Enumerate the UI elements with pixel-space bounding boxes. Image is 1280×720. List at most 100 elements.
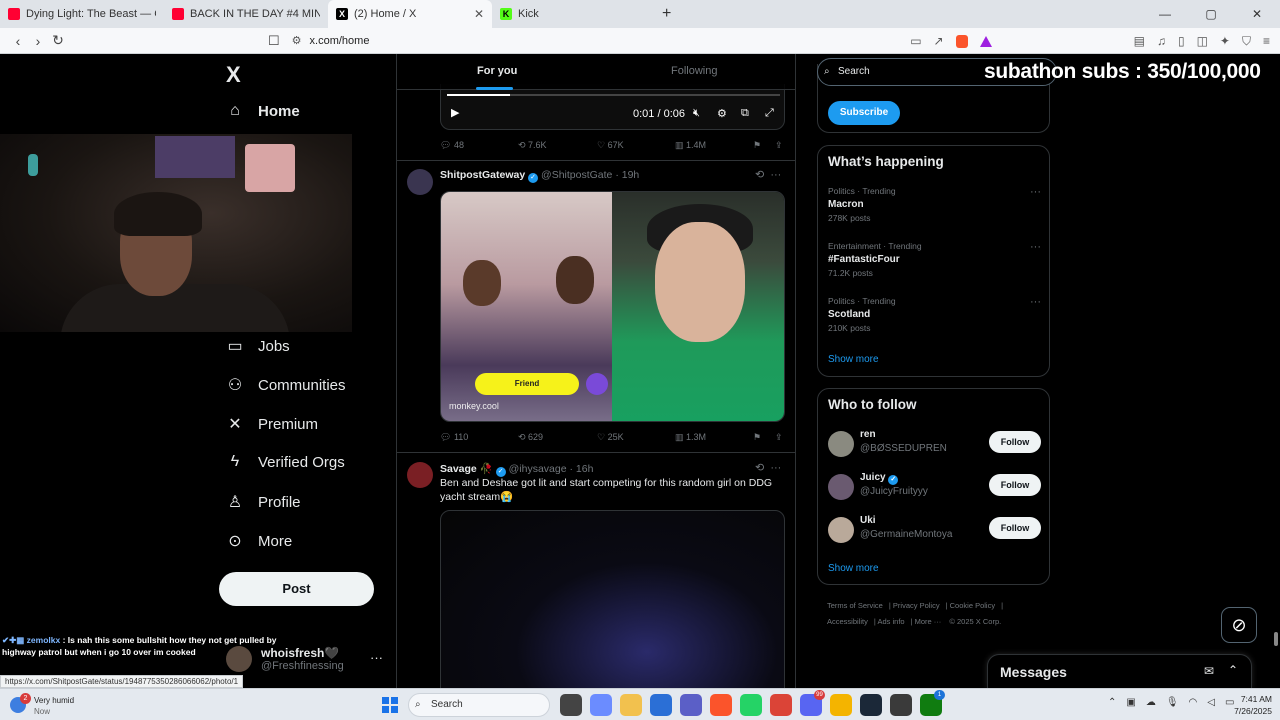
follow-suggestion[interactable]: ren @BØSSEDUPREN Follow [828,429,1041,461]
volume-icon[interactable]: ◁ [1207,697,1215,708]
video-player[interactable]: ▶ 0:01 / 0:06 🔇︎ ⚙ ⧉ ⤢ [440,84,785,130]
trend-item[interactable]: Politics · Trending Macron 278K posts ··… [828,186,1041,223]
tweet-video[interactable] [440,510,785,688]
grok-icon[interactable]: ⟲ [755,169,764,181]
back-icon[interactable]: ‹ [8,33,28,49]
share-icon[interactable]: ⇪ [775,432,783,443]
reload-icon[interactable]: ↻ [48,32,68,49]
follow-suggestion[interactable]: Uki @GermaineMontoya Follow [828,515,1041,547]
store-icon[interactable] [650,694,672,716]
repost-button[interactable]: ⟲ 7.6K [518,140,547,151]
follow-suggestion[interactable]: Juicy ✓ @JuicyFruityyy Follow [828,472,1041,504]
more-dots-icon[interactable]: ··· [1030,296,1041,308]
settings-icon[interactable]: ⚙ [717,107,727,120]
forward-icon[interactable]: › [28,33,48,49]
messages-drawer[interactable]: Messages ✉ ⌃ [987,654,1252,688]
trend-item[interactable]: Politics · Trending Scotland 210K posts … [828,296,1041,333]
brave-rewards-icon[interactable] [979,35,992,47]
author-handle[interactable]: @ShitpostGate [541,169,612,181]
views-button[interactable]: ▥ 1.3M [675,432,706,443]
tab-following[interactable]: Following [671,65,717,77]
teams-icon[interactable] [680,694,702,716]
footer-link[interactable]: More ··· [915,617,942,626]
whatsapp-icon[interactable] [740,694,762,716]
onedrive-icon[interactable]: ☁ [1146,697,1156,708]
discord-icon[interactable]: 99 [800,690,825,716]
close-window-icon[interactable]: ✕ [1234,0,1280,28]
share-icon[interactable]: ↗ [934,34,944,48]
obs-icon[interactable] [890,694,912,716]
taskbar-search[interactable]: ⌕ Search [408,693,550,717]
more-dots-icon[interactable]: ··· [770,462,781,474]
browser-tab-3-active[interactable]: X (2) Home / X ✕ [328,0,492,28]
reply-button[interactable]: 💬︎ 110 [440,432,468,443]
tweet-image[interactable]: Friend monkey.cool [440,191,785,422]
trend-item[interactable]: Entertainment · Trending #FantasticFour … [828,241,1041,278]
wifi-icon[interactable]: ◠ [1189,697,1198,708]
taskbar-clock[interactable]: 7:41 AM 7/26/2025 [1222,693,1272,717]
vpn-icon[interactable]: ⛉ [1242,34,1251,49]
bookmark-icon[interactable]: ⚑ [753,432,761,443]
xbox-icon[interactable]: 1 [920,690,945,716]
follow-button[interactable]: Follow [989,474,1041,496]
author-name[interactable]: ShitpostGateway [440,169,525,181]
browser-tab-4[interactable]: K Kick [492,0,656,28]
nav-item-premium[interactable]: ✕ Premium [226,414,318,434]
play-icon[interactable]: ▶ [451,106,459,119]
x-logo-icon[interactable]: X [226,62,241,88]
browser-tab-2[interactable]: BACK IN THE DAY #4 MIND YOUR OW [164,0,328,28]
footer-link[interactable]: Accessibility [827,617,868,626]
leo-icon[interactable]: ✦ [1220,34,1230,48]
nav-item-communities[interactable]: ⚇ Communities [226,375,346,395]
expand-icon[interactable]: ⌃ [1228,663,1238,677]
footer-link[interactable]: Terms of Service [827,601,883,610]
windows-start-icon[interactable] [382,697,398,713]
tray-app-icon[interactable]: ▣ [1126,697,1135,708]
url-field[interactable]: x.com/home [310,35,370,47]
author-handle[interactable]: @ihysavage [509,463,567,475]
browser-tab-1[interactable]: Dying Light: The Beast — Gameplay [0,0,164,28]
reader-icon[interactable]: ▤ [1134,34,1145,48]
like-button[interactable]: ♡ 67K [597,140,624,151]
minimize-icon[interactable]: — [1142,0,1188,28]
bookmark-icon[interactable]: ☐ [268,33,280,49]
close-tab-icon[interactable]: ✕ [474,7,484,21]
tweet-time[interactable]: 16h [576,463,594,475]
sidebar-icon[interactable]: ▯ [1178,34,1185,48]
maximize-icon[interactable]: ▢ [1188,0,1234,28]
task-view-icon[interactable] [560,694,582,716]
show-more-link[interactable]: Show more [828,563,879,574]
footer-link[interactable]: Ads info [877,617,904,626]
share-icon[interactable]: ⇪ [775,140,783,151]
subscribe-button[interactable]: Subscribe [828,101,900,125]
avatar[interactable] [407,462,433,488]
footer-link[interactable]: Privacy Policy [893,601,940,610]
nav-item-profile[interactable]: ♙ Profile [226,492,301,512]
chrome-icon[interactable] [770,694,792,716]
footer-link[interactable]: Cookie Policy [950,601,995,610]
bookmark-icon[interactable]: ⚑ [753,140,761,151]
tweet-time[interactable]: 19h [622,169,640,181]
grok-icon[interactable]: ⟲ [755,462,764,474]
file-explorer-icon[interactable] [620,694,642,716]
scrollbar[interactable] [1274,632,1278,646]
nav-item-home[interactable]: ⌂ Home [226,102,300,120]
grok-icon[interactable]: ⊘ [1221,607,1257,643]
new-tab-icon[interactable]: + [662,5,671,23]
steam-icon[interactable] [860,694,882,716]
new-message-icon[interactable]: ✉ [1204,664,1214,678]
nav-item-jobs[interactable]: ▭ Jobs [226,336,289,356]
nav-item-verified-orgs[interactable]: ϟ Verified Orgs [226,453,345,471]
picture-in-picture-icon[interactable]: ⧉ [741,107,749,120]
music-icon[interactable]: ♫ [1157,34,1166,48]
tab-for-you[interactable]: For you [477,65,517,77]
cast-icon[interactable]: ▭ [910,34,921,48]
account-switcher[interactable]: whoisfresh🖤 @Freshfinessing ··· [226,644,396,684]
chrome-alt-icon[interactable] [830,694,852,716]
more-dots-icon[interactable]: ··· [770,169,781,181]
like-button[interactable]: ♡ 25K [597,432,624,443]
more-dots-icon[interactable]: ··· [1030,186,1041,198]
brave-browser-icon[interactable] [710,694,732,716]
avatar[interactable] [407,169,433,195]
show-more-link[interactable]: Show more [828,354,879,365]
